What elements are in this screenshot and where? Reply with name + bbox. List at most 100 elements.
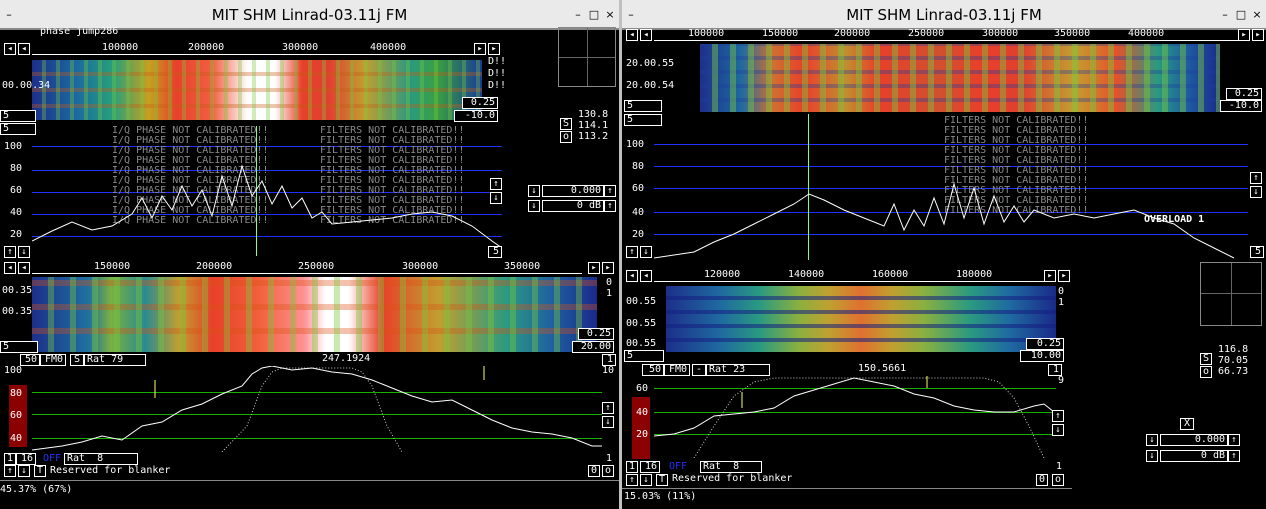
- agc-db-box[interactable]: 0 dB: [542, 200, 604, 212]
- fm-mode-box[interactable]: FM0: [664, 364, 690, 376]
- agc-up-arrow[interactable]: ↑: [604, 200, 616, 212]
- off-toggle[interactable]: OFF: [662, 461, 690, 473]
- ch-box[interactable]: 1: [4, 453, 16, 465]
- rate-box[interactable]: Rat 8: [700, 461, 762, 473]
- scroll-left-arrow[interactable]: ◂: [4, 262, 16, 274]
- bandwidth-box[interactable]: 50: [20, 354, 40, 366]
- agc-up-arrow[interactable]: ↑: [604, 185, 616, 197]
- averaging-box[interactable]: 5: [0, 341, 38, 353]
- scroll-right-arrow[interactable]: ▸: [602, 262, 614, 274]
- waterfall-zero-box[interactable]: -10.0: [454, 110, 498, 122]
- waterfall-gain-box[interactable]: 0.25: [1226, 88, 1262, 100]
- waterfall-label: 0: [606, 277, 613, 288]
- waterfall-zero-box[interactable]: 20.00: [572, 341, 614, 353]
- waterfall-zero-box[interactable]: -10.0: [1220, 100, 1262, 112]
- right-titlebar[interactable]: – MIT SHM Linrad-03.11j FM – □ ×: [622, 0, 1266, 30]
- averaging-box[interactable]: 5: [1250, 246, 1264, 258]
- scroll-left-arrow[interactable]: ◂: [4, 43, 16, 55]
- scale-up-arrow[interactable]: ↑: [490, 178, 502, 190]
- scroll-left-arrow[interactable]: ◂: [18, 43, 30, 55]
- blanker-label: Reserved for blanker: [50, 465, 171, 476]
- t-button[interactable]: T: [34, 465, 46, 477]
- rate-box[interactable]: Rat 23: [706, 364, 770, 376]
- ch-box[interactable]: 1: [626, 461, 638, 473]
- agc-up-arrow[interactable]: ↑: [1228, 450, 1240, 462]
- scale-down-arrow[interactable]: ↓: [1052, 424, 1064, 436]
- agc-value-box[interactable]: 0.000: [1160, 434, 1228, 446]
- waterfall-gain-box[interactable]: 0.25: [1026, 338, 1064, 350]
- smeter-o-button[interactable]: o: [1200, 366, 1212, 378]
- o-box[interactable]: o: [1052, 474, 1064, 486]
- close-icon[interactable]: ×: [603, 8, 617, 22]
- scale-up-arrow[interactable]: ↑: [626, 246, 638, 258]
- waterfall-zero-box[interactable]: 10.00: [1020, 350, 1064, 362]
- bits-box[interactable]: 16: [16, 453, 36, 465]
- agc-down-arrow[interactable]: ↓: [528, 185, 540, 197]
- agc-up-arrow[interactable]: ↑: [1228, 434, 1240, 446]
- down-arrow[interactable]: ↓: [18, 465, 30, 477]
- wide-spectrum[interactable]: FILTERS NOT CALIBRATED!! FILTERS NOT CAL…: [654, 114, 1248, 260]
- scroll-right-arrow[interactable]: ▸: [488, 43, 500, 55]
- smeter-s-button[interactable]: S: [1200, 353, 1212, 365]
- scale-up-arrow[interactable]: ↑: [1250, 172, 1262, 184]
- scale-down-arrow[interactable]: ↓: [490, 192, 502, 204]
- scroll-left-arrow[interactable]: ◂: [626, 270, 638, 282]
- zero-box[interactable]: 0: [1036, 474, 1048, 486]
- baseband-spectrum[interactable]: [32, 366, 602, 452]
- smeter-o-button[interactable]: o: [560, 131, 572, 143]
- close-icon[interactable]: ×: [1250, 8, 1264, 22]
- scale-down-arrow[interactable]: ↓: [640, 246, 652, 258]
- x-button[interactable]: X: [1180, 418, 1194, 430]
- smeter-s-button[interactable]: S: [560, 118, 572, 130]
- scroll-left-arrow[interactable]: ◂: [18, 262, 30, 274]
- up-arrow[interactable]: ↑: [626, 474, 638, 486]
- scroll-right-arrow[interactable]: ▸: [1044, 270, 1056, 282]
- averaging-box[interactable]: 5: [624, 350, 664, 362]
- minimize-icon[interactable]: –: [1218, 8, 1232, 22]
- averaging-box[interactable]: 5: [624, 100, 662, 112]
- averaging-box[interactable]: 5: [0, 110, 36, 122]
- scroll-right-arrow[interactable]: ▸: [1238, 29, 1250, 41]
- scale-down-arrow[interactable]: ↓: [18, 246, 30, 258]
- scroll-right-arrow[interactable]: ▸: [474, 43, 486, 55]
- scroll-left-arrow[interactable]: ◂: [626, 29, 638, 41]
- baseband-spectrum[interactable]: [654, 376, 1056, 458]
- averaging-box[interactable]: 5: [0, 123, 36, 135]
- smeter-reading: 130.8: [578, 109, 609, 120]
- minimize-icon[interactable]: –: [571, 8, 585, 22]
- down-arrow[interactable]: ↓: [640, 474, 652, 486]
- waterfall-gain-box[interactable]: 0.25: [578, 328, 614, 340]
- up-arrow[interactable]: ↑: [4, 465, 16, 477]
- agc-down-arrow[interactable]: ↓: [1146, 434, 1158, 446]
- fm-mode-box[interactable]: FM0: [40, 354, 66, 366]
- maximize-icon[interactable]: □: [1234, 8, 1248, 22]
- bits-box[interactable]: 16: [640, 461, 660, 473]
- rate-box[interactable]: Rat 79: [84, 354, 146, 366]
- scroll-right-arrow[interactable]: ▸: [1252, 29, 1264, 41]
- wide-spectrum[interactable]: I/Q PHASE NOT CALIBRATED!! I/Q PHASE NOT…: [32, 126, 502, 256]
- rate-box[interactable]: Rat 8: [64, 453, 138, 465]
- scroll-left-arrow[interactable]: ◂: [640, 270, 652, 282]
- averaging-box[interactable]: 5: [488, 246, 502, 258]
- waterfall-gain-box[interactable]: 0.25: [462, 97, 498, 109]
- zero-box[interactable]: 0: [588, 465, 600, 477]
- squelch-box[interactable]: S: [70, 354, 84, 366]
- o-box[interactable]: o: [602, 465, 614, 477]
- agc-down-arrow[interactable]: ↓: [528, 200, 540, 212]
- scale-down-arrow[interactable]: ↓: [602, 416, 614, 428]
- scroll-left-arrow[interactable]: ◂: [640, 29, 652, 41]
- scale-up-arrow[interactable]: ↑: [1052, 410, 1064, 422]
- minus-box[interactable]: -: [692, 364, 706, 376]
- scale-down-arrow[interactable]: ↓: [1250, 186, 1262, 198]
- t-button[interactable]: T: [656, 474, 668, 486]
- scroll-right-arrow[interactable]: ▸: [1058, 270, 1070, 282]
- agc-db-box[interactable]: 0 dB: [1160, 450, 1228, 462]
- bandwidth-box[interactable]: 50: [642, 364, 664, 376]
- scroll-right-arrow[interactable]: ▸: [588, 262, 600, 274]
- maximize-icon[interactable]: □: [587, 8, 601, 22]
- off-toggle[interactable]: OFF: [38, 453, 64, 465]
- agc-value-box[interactable]: 0.000: [542, 185, 604, 197]
- scale-up-arrow[interactable]: ↑: [4, 246, 16, 258]
- agc-down-arrow[interactable]: ↓: [1146, 450, 1158, 462]
- scale-up-arrow[interactable]: ↑: [602, 402, 614, 414]
